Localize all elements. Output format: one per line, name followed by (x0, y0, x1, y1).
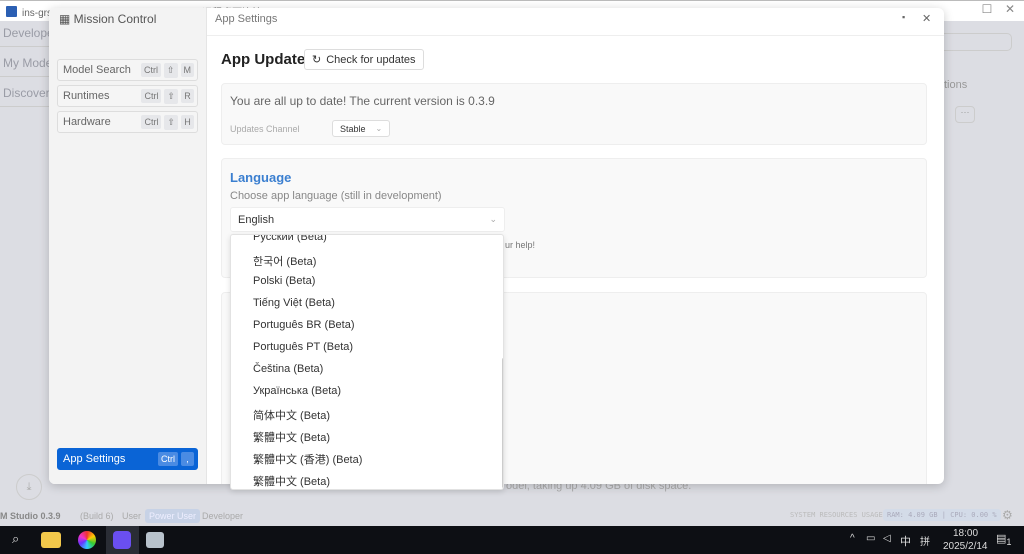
app-version: M Studio 0.3.9 (0, 511, 61, 521)
channel-select[interactable]: Stable ⌄ (332, 120, 391, 137)
ime-mode[interactable]: 拼 (920, 533, 930, 548)
resources-label: SYSTEM RESOURCES USAGE: (790, 511, 887, 519)
notification-count: 1 (1006, 537, 1012, 548)
channel-value: Stable (340, 123, 366, 134)
download-icon[interactable]: ⤓ (16, 474, 42, 500)
update-card: You are all up to date! The current vers… (221, 83, 927, 145)
sidebar-title-text: Mission Control (73, 12, 157, 26)
kbd: ⇧ (163, 62, 178, 78)
notification-icon[interactable]: ▤1 (996, 532, 1012, 547)
bg-nav-developer[interactable]: Developer (0, 21, 50, 47)
mode-power-user[interactable]: Power User (145, 509, 201, 523)
build-number: (Build 6) (80, 511, 114, 521)
chevron-down-icon: ⌄ (375, 124, 383, 133)
language-option[interactable]: Русский (Beta) (253, 235, 327, 243)
search-icon[interactable]: ⌕ (12, 531, 19, 547)
language-hint: ur help! (505, 240, 536, 250)
nav-hardware[interactable]: Hardware Ctrl ⇧ H (57, 111, 198, 133)
bg-tab[interactable]: tions (944, 79, 967, 91)
language-option[interactable]: 繁體中文 (Beta) (253, 429, 330, 445)
update-status: You are all up to date! The current vers… (230, 94, 495, 108)
browser-icon[interactable] (78, 531, 96, 549)
kbd: Ctrl (141, 89, 162, 103)
nav-label: Runtimes (63, 90, 110, 102)
language-option[interactable]: 한국어 (Beta) (253, 253, 316, 269)
language-option[interactable]: Čeština (Beta) (253, 363, 323, 375)
header-title: App Settings (215, 13, 278, 25)
check-updates-button[interactable]: ↻ Check for updates (304, 49, 424, 70)
modal-header: App Settings ▪ ✕ (207, 8, 944, 36)
mode-user[interactable]: User (118, 509, 145, 523)
gear-icon[interactable]: ⚙ (1002, 508, 1013, 522)
kbd: Ctrl (140, 63, 161, 77)
kbd: Ctrl (141, 115, 162, 129)
language-select[interactable]: English ⌄ (230, 207, 505, 232)
language-subtitle: Choose app language (still in developmen… (230, 190, 442, 202)
kbd: ⇧ (164, 88, 178, 104)
language-selected: English (238, 213, 275, 226)
remote-desktop-icon (6, 5, 17, 17)
channel-label: Updates Channel (230, 124, 300, 134)
app-update-title: App Update (221, 51, 306, 68)
language-option[interactable]: 繁體中文 (香港) (Beta) (253, 451, 362, 467)
chevron-up-icon[interactable]: ^ (850, 533, 855, 544)
pin-icon[interactable]: ▪ (902, 12, 905, 22)
lm-studio-task[interactable] (106, 526, 139, 554)
refresh-icon: ↻ (312, 54, 322, 66)
kbd: R (181, 89, 194, 103)
kbd: ⇧ (164, 114, 178, 130)
modal-sidebar: ▦ Mission Control Model Search Ctrl ⇧ M Run… (49, 8, 207, 484)
network-icon[interactable]: ▭ (866, 533, 875, 544)
nav-model-search[interactable]: Model Search Ctrl ⇧ M (57, 59, 198, 81)
dropdown-scrollbar[interactable] (502, 358, 503, 488)
language-option[interactable]: 繁體中文 (Beta) (253, 473, 330, 489)
mode-developer[interactable]: Developer (198, 509, 247, 523)
chevron-down-icon: ⌄ (489, 214, 497, 224)
bg-search[interactable] (944, 33, 1012, 51)
volume-muted-icon[interactable]: ◁ (883, 533, 891, 544)
clock-time[interactable]: 18:00 (953, 528, 978, 539)
language-option[interactable]: Português PT (Beta) (253, 341, 353, 353)
nav-label: App Settings (63, 453, 126, 465)
check-updates-label: Check for updates (326, 53, 416, 66)
resources-value: RAM: 4.09 GB | CPU: 0.00 % (883, 509, 1001, 521)
close-modal-button[interactable]: ✕ (922, 12, 931, 25)
more-icon[interactable]: ··· (955, 106, 975, 123)
bg-nav-my-models[interactable]: My Models (0, 51, 50, 77)
lm-studio-icon (113, 531, 131, 549)
kbd: Ctrl (158, 452, 178, 466)
bg-nav-discover[interactable]: Discover (0, 81, 50, 107)
remote-desktop-task-icon[interactable] (146, 532, 164, 548)
nav-label: Model Search (63, 64, 131, 76)
language-option[interactable]: Українська (Beta) (253, 385, 341, 397)
language-dropdown: Русский (Beta) 한국어 (Beta) Polski (Beta) Tiế… (230, 234, 504, 490)
clock-date[interactable]: 2025/2/14 (943, 541, 988, 552)
language-option[interactable]: Polski (Beta) (253, 275, 315, 287)
language-option[interactable]: Tiếng Việt (Beta) (253, 297, 335, 309)
language-title: Language (230, 170, 292, 185)
kbd: , (181, 452, 194, 466)
close-window-button[interactable]: ✕ (995, 2, 1024, 16)
kbd: H (181, 115, 194, 129)
nav-app-settings[interactable]: App Settings Ctrl, (57, 448, 198, 470)
status-bar: M Studio 0.3.9 (Build 6) User Power User… (0, 507, 1024, 526)
sidebar-title: ▦ Mission Control (59, 12, 156, 26)
kbd: M (180, 63, 194, 77)
language-option[interactable]: 简体中文 (Beta) (253, 407, 330, 423)
nav-label: Hardware (63, 116, 111, 128)
ime-indicator[interactable]: 中 (900, 533, 911, 549)
nav-runtimes[interactable]: Runtimes Ctrl ⇧ R (57, 85, 198, 107)
language-option[interactable]: Português BR (Beta) (253, 319, 355, 331)
grid-icon: ▦ (59, 12, 74, 26)
taskbar: ⌕ ^ ▭ ◁ 中 拼 18:00 2025/2/14 ▤1 (0, 526, 1024, 554)
file-explorer-icon[interactable] (41, 532, 61, 548)
